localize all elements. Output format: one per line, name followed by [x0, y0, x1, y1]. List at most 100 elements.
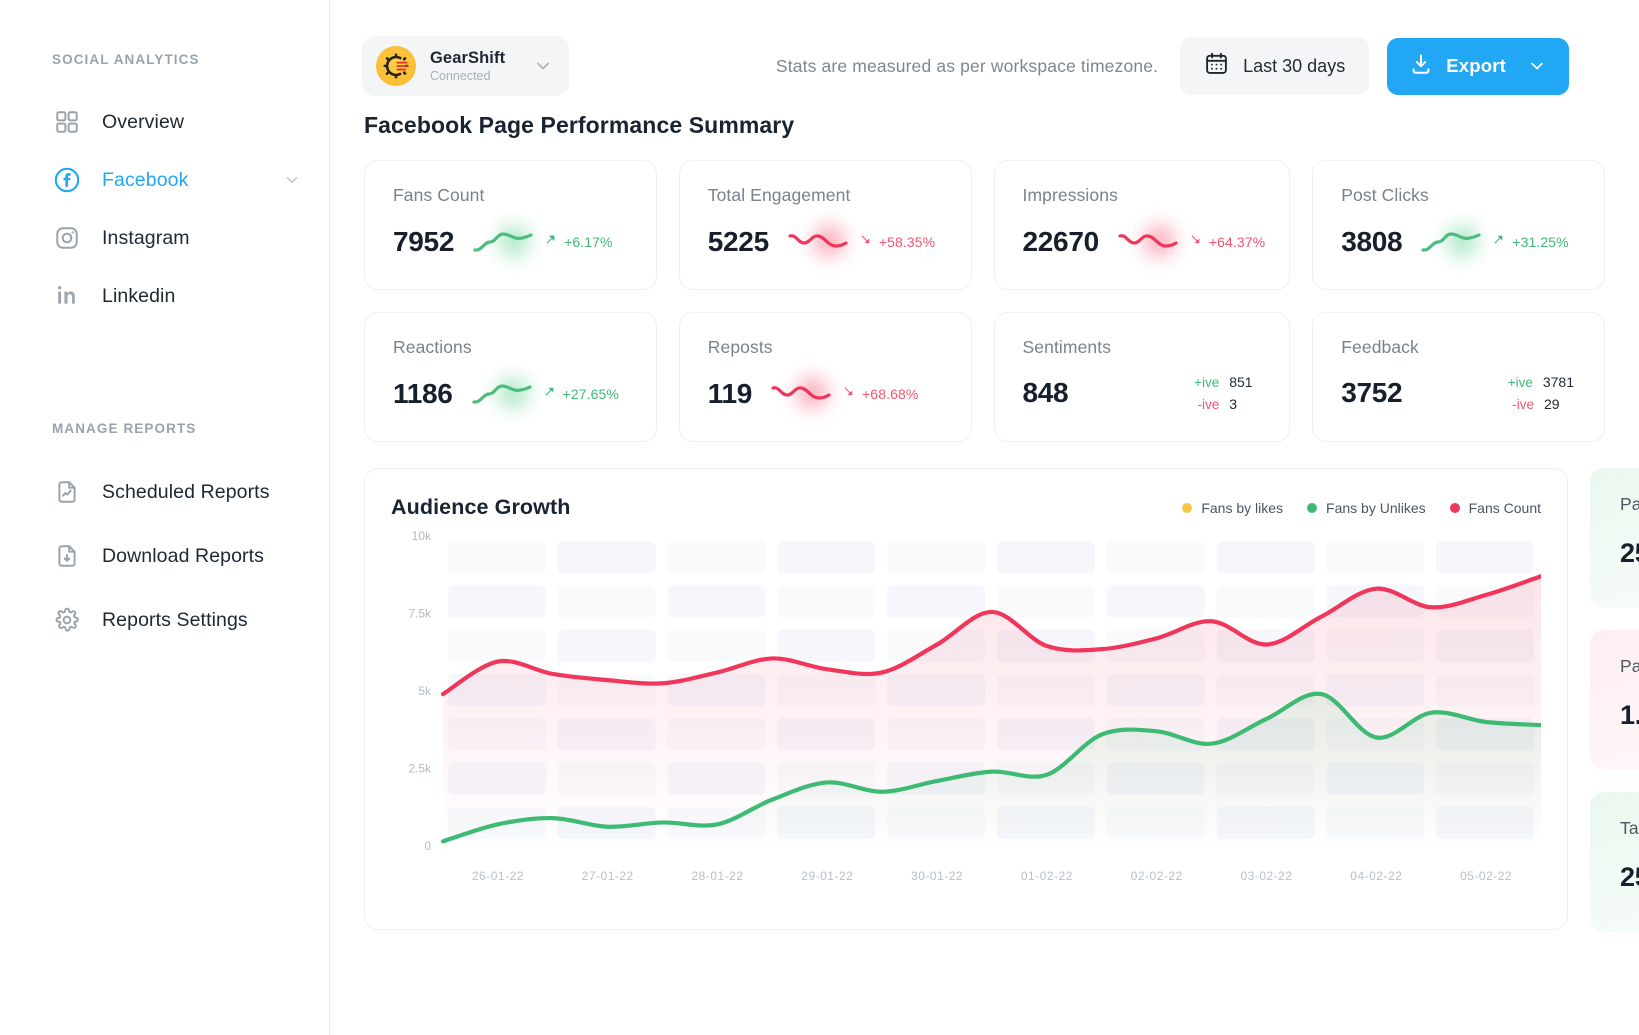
- kpi-card-reposts[interactable]: Reposts 119 +68.68%: [679, 312, 972, 442]
- x-axis-tick-label: 30-01-22: [911, 869, 963, 883]
- kpi-card-feedback[interactable]: Feedback 3752 +ive 3781 -ive 29: [1312, 312, 1605, 442]
- arrow-up-icon: [544, 233, 557, 251]
- kpi-delta-value: +58.35%: [879, 234, 935, 250]
- kpi-delta-value: +64.37%: [1209, 234, 1265, 250]
- arrow-down-icon: [1189, 233, 1202, 251]
- sidebar-item-download-reports[interactable]: Download Reports: [0, 524, 329, 588]
- kpi-value: 3752: [1341, 377, 1402, 409]
- gearshift-logo-icon: [376, 46, 416, 86]
- chevron-down-icon[interactable]: [1527, 56, 1547, 76]
- sidebar-item-linkedin[interactable]: Linkedin: [0, 267, 329, 325]
- instagram-icon: [52, 223, 82, 253]
- side-stat-label: Page Fans By Like: [1620, 494, 1639, 515]
- date-range-picker[interactable]: Last 30 days: [1180, 37, 1369, 95]
- gear-icon: [52, 605, 82, 635]
- chevron-down-icon[interactable]: [533, 56, 553, 76]
- kpi-card-reactions[interactable]: Reactions 1186 +27.65%: [364, 312, 657, 442]
- workspace-name: GearShift: [430, 48, 505, 69]
- sidebar-section-manage-reports: MANAGE REPORTS: [0, 421, 329, 436]
- kpi-card-total-engagement[interactable]: Total Engagement 5225 +58.35%: [679, 160, 972, 290]
- side-stat-page-fans-by-unlike[interactable]: Page Fans by Unlike 1.5k +03.14%: [1590, 630, 1639, 770]
- chart-header: Audience Growth Fans by likes Fans by Un…: [391, 495, 1541, 520]
- kpi-value: 5225: [708, 226, 769, 258]
- side-stat-value: 257: [1620, 538, 1639, 569]
- grid-tile: [1107, 585, 1205, 617]
- grid-tile: [997, 585, 1095, 617]
- kpi-value: 3808: [1341, 226, 1402, 258]
- chevron-down-icon[interactable]: [283, 171, 301, 189]
- y-axis-tick-label: 5k: [418, 684, 432, 698]
- legend-dot: [1450, 503, 1460, 513]
- sparkline-up: [471, 374, 533, 414]
- sidebar-spacer: [0, 325, 329, 421]
- grid-tile: [887, 541, 985, 573]
- x-axis-tick-label: 26-01-22: [472, 869, 524, 883]
- workspace-status: Connected: [430, 69, 505, 85]
- sidebar: SOCIAL ANALYTICS Overview Facebook: [0, 0, 330, 1035]
- kpi-card-sentiments[interactable]: Sentiments 848 +ive 851 -ive 3: [994, 312, 1291, 442]
- grid-tile: [997, 541, 1095, 573]
- export-label: Export: [1446, 55, 1506, 77]
- workspace-selector[interactable]: GearShift Connected: [362, 36, 569, 96]
- kpi-card-impressions[interactable]: Impressions 22670 +64.37%: [994, 160, 1291, 290]
- sidebar-item-label: Download Reports: [102, 545, 264, 568]
- kpi-value: 22670: [1023, 226, 1099, 258]
- sparkline-up: [1420, 222, 1482, 262]
- x-axis-tick-label: 02-02-22: [1131, 869, 1183, 883]
- kpi-card-fans-count[interactable]: Fans Count 7952 +6.17%: [364, 160, 657, 290]
- arrow-up-icon: [1492, 233, 1505, 251]
- kpi-delta: +64.37%: [1189, 233, 1265, 251]
- grid-tile: [1436, 541, 1534, 573]
- timezone-note: Stats are measured as per workspace time…: [776, 56, 1158, 77]
- y-axis-tick-label: 2.5k: [408, 762, 432, 776]
- grid-tile: [1217, 541, 1315, 573]
- side-stat-label: Page Fans by Unlike: [1620, 656, 1639, 677]
- chart-title: Audience Growth: [391, 495, 570, 520]
- sidebar-item-label: Instagram: [102, 227, 190, 250]
- sidebar-item-scheduled-reports[interactable]: Scheduled Reports: [0, 460, 329, 524]
- kpi-card-post-clicks[interactable]: Post Clicks 3808 +31.25%: [1312, 160, 1605, 290]
- side-stat-page-fans-by-like[interactable]: Page Fans By Like 257 +12.35%: [1590, 468, 1639, 608]
- kpi-value: 1186: [393, 378, 453, 410]
- kpi-delta-value: +6.17%: [564, 234, 612, 250]
- grid-tile: [777, 541, 875, 573]
- export-button[interactable]: Export: [1387, 38, 1569, 95]
- audience-growth-chart-card: Audience Growth Fans by likes Fans by Un…: [364, 468, 1568, 930]
- grid-tile: [448, 585, 546, 617]
- sidebar-item-overview[interactable]: Overview: [0, 93, 329, 151]
- legend-label: Fans Count: [1469, 500, 1541, 516]
- main-content: GearShift Connected Stats are measured a…: [330, 0, 1639, 1035]
- sidebar-item-facebook[interactable]: Facebook: [0, 151, 329, 209]
- legend-item-fans-count[interactable]: Fans Count: [1450, 500, 1541, 516]
- y-axis-tick-label: 7.5k: [408, 607, 432, 621]
- negative-tag: -ive: [1197, 397, 1219, 412]
- grid-tile: [668, 541, 766, 573]
- kpi-delta: +31.25%: [1492, 233, 1568, 251]
- kpi-value: 119: [708, 378, 752, 410]
- kpi-label: Reactions: [393, 337, 632, 358]
- x-axis-tick-label: 28-01-22: [691, 869, 743, 883]
- kpi-label: Fans Count: [393, 185, 632, 206]
- x-axis-tick-label: 04-02-22: [1350, 869, 1402, 883]
- kpi-delta: +68.68%: [842, 385, 918, 403]
- arrow-down-icon: [859, 233, 872, 251]
- grid-tile: [668, 585, 766, 617]
- download-icon: [1409, 52, 1433, 81]
- legend-label: Fans by likes: [1201, 500, 1283, 516]
- sidebar-item-reports-settings[interactable]: Reports Settings: [0, 588, 329, 652]
- positive-value: 851: [1229, 374, 1259, 390]
- legend-item-fans-by-likes[interactable]: Fans by likes: [1182, 500, 1283, 516]
- negative-tag: -ive: [1512, 397, 1534, 412]
- negative-value: 29: [1544, 396, 1574, 412]
- side-stat-talking-about-count[interactable]: Talking About Count 257 +45.68%: [1590, 792, 1639, 932]
- negative-value: 3: [1229, 396, 1259, 412]
- chart-legend: Fans by likes Fans by Unlikes Fans Count: [1182, 500, 1541, 516]
- grid-icon: [52, 107, 82, 137]
- sidebar-item-instagram[interactable]: Instagram: [0, 209, 329, 267]
- legend-item-fans-by-unlikes[interactable]: Fans by Unlikes: [1307, 500, 1426, 516]
- kpi-delta-value: +31.25%: [1512, 234, 1568, 250]
- sparkline-down: [770, 374, 832, 414]
- kpi-value: 7952: [393, 226, 454, 258]
- kpi-label: Post Clicks: [1341, 185, 1580, 206]
- grid-tile: [1326, 541, 1424, 573]
